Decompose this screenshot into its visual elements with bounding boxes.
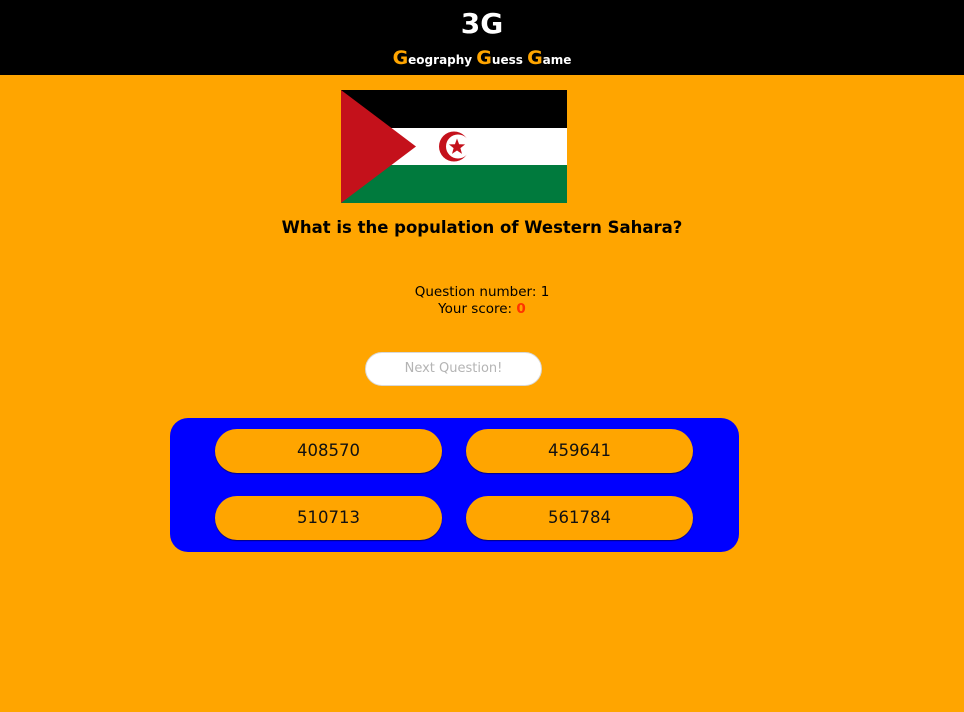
tagline-word: ame: [542, 53, 572, 67]
header-bar: 3G Geography Guess Game: [0, 0, 964, 75]
answer-option-4[interactable]: 561784: [466, 496, 693, 540]
question-text: What is the population of Western Sahara…: [281, 218, 683, 237]
score-line: Your score: 0: [0, 301, 964, 318]
tagline-word: eography: [408, 53, 477, 67]
answer-option-1[interactable]: 408570: [215, 429, 442, 473]
western-sahara-flag-icon: [341, 90, 567, 203]
game-status: Question number: 1 Your score: 0: [0, 284, 964, 318]
app-logo: 3G: [460, 7, 504, 40]
question-number-label: Question number:: [414, 284, 541, 300]
score-label: Your score:: [438, 301, 517, 317]
answer-option-3[interactable]: 510713: [215, 496, 442, 540]
tagline-initial: G: [527, 47, 543, 69]
next-question-button[interactable]: Next Question!: [365, 352, 542, 386]
score-value: 0: [516, 301, 526, 317]
tagline-initial: G: [476, 47, 492, 69]
question-number-value: 1: [540, 284, 550, 300]
tagline-initial: G: [392, 47, 409, 69]
answer-option-2[interactable]: 459641: [466, 429, 693, 473]
app-tagline: Geography Guess Game: [0, 45, 964, 73]
question-number-line: Question number: 1: [0, 284, 964, 301]
tagline-word: uess: [491, 53, 528, 67]
answers-panel: 408570 459641 510713 561784: [170, 418, 739, 552]
